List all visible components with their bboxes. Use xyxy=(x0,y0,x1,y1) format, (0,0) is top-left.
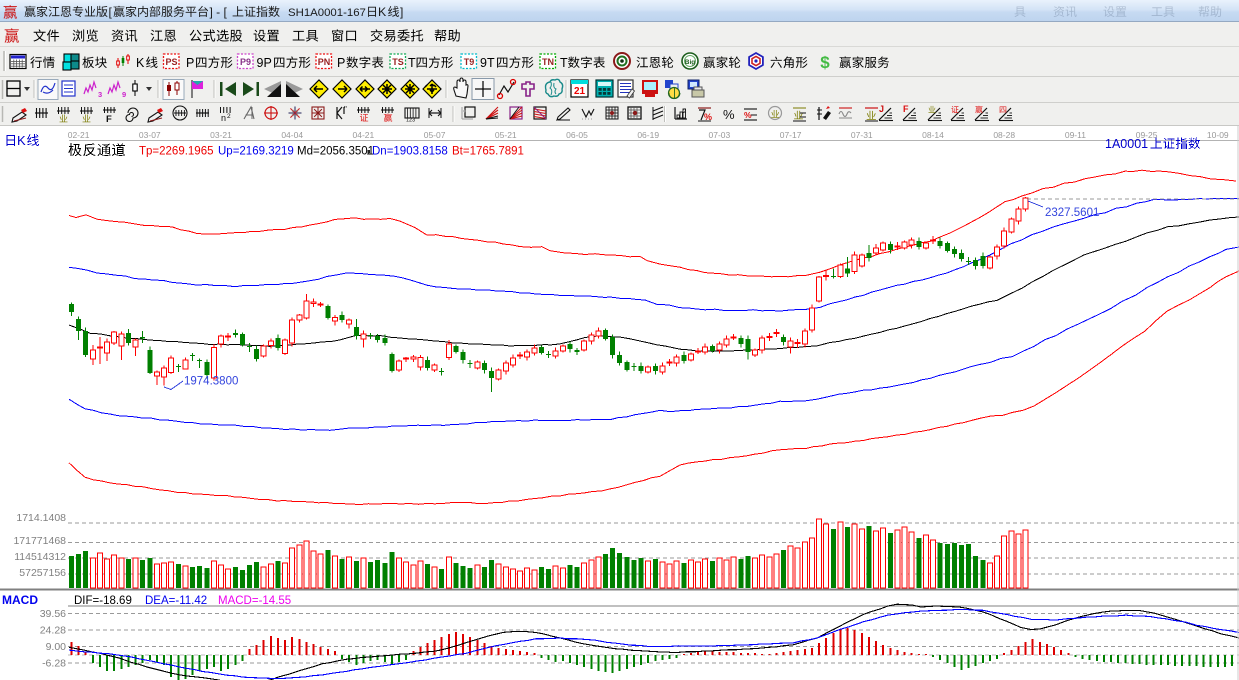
svg-text:9P: 9P xyxy=(257,56,272,70)
svg-text:3: 3 xyxy=(98,90,102,99)
svg-text:-6.28: -6.28 xyxy=(42,658,66,670)
svg-text:10-09: 10-09 xyxy=(1207,130,1229,140)
svg-text:9: 9 xyxy=(122,90,126,99)
svg-text:PN: PN xyxy=(318,57,331,67)
svg-text:39.56: 39.56 xyxy=(40,608,66,620)
svg-text:57257156: 57257156 xyxy=(19,567,66,579)
svg-text:Md=2056.3501: Md=2056.3501 xyxy=(297,146,374,158)
svg-text:24.28: 24.28 xyxy=(40,625,66,637)
svg-text:K: K xyxy=(378,5,387,19)
svg-text:J: J xyxy=(879,104,884,114)
svg-text:T: T xyxy=(408,56,416,70)
svg-text:Up=2169.3219: Up=2169.3219 xyxy=(218,146,294,158)
svg-text:9T: 9T xyxy=(480,56,495,70)
svg-text:SH1A0001-167: SH1A0001-167 xyxy=(288,7,366,19)
svg-text:9.00: 9.00 xyxy=(46,641,67,653)
svg-text:04-21: 04-21 xyxy=(353,130,375,140)
svg-text:171771468: 171771468 xyxy=(13,535,66,547)
svg-text:08-28: 08-28 xyxy=(993,130,1015,140)
svg-text:$: $ xyxy=(820,53,830,72)
svg-text:K: K xyxy=(136,56,145,70)
svg-text:] - [: ] - [ xyxy=(210,5,228,19)
svg-text:123: 123 xyxy=(406,118,415,124)
svg-text:2327.5601: 2327.5601 xyxy=(1045,207,1099,219)
svg-text:07-17: 07-17 xyxy=(780,130,802,140)
svg-text:P: P xyxy=(186,56,194,70)
svg-text:Dn=1903.8158: Dn=1903.8158 xyxy=(372,146,448,158)
svg-text:%: % xyxy=(723,107,735,122)
svg-text:07-03: 07-03 xyxy=(709,130,731,140)
svg-text:21: 21 xyxy=(574,86,586,97)
svg-text:03-21: 03-21 xyxy=(210,130,232,140)
svg-text:MACD=-14.55: MACD=-14.55 xyxy=(218,595,291,607)
svg-text:%: % xyxy=(744,110,752,120)
svg-text:K: K xyxy=(17,133,26,148)
svg-text:": " xyxy=(344,105,347,114)
svg-text:P: P xyxy=(337,56,345,70)
svg-text:MACD: MACD xyxy=(2,593,38,607)
svg-text:Bt=1765.7891: Bt=1765.7891 xyxy=(452,146,524,158)
svg-text:F: F xyxy=(903,104,909,114)
svg-text:07-31: 07-31 xyxy=(851,130,873,140)
svg-text:F: F xyxy=(106,114,112,125)
svg-text:n: n xyxy=(221,113,226,123)
svg-text:P9: P9 xyxy=(240,57,251,67)
svg-text:]: ] xyxy=(400,5,403,19)
svg-text:06-05: 06-05 xyxy=(566,130,588,140)
svg-text:02-21: 02-21 xyxy=(68,130,90,140)
svg-text:T: T xyxy=(560,56,568,70)
svg-text:DEA=-11.42: DEA=-11.42 xyxy=(145,595,207,607)
svg-text:T9: T9 xyxy=(464,57,475,67)
svg-text:05-21: 05-21 xyxy=(495,130,517,140)
svg-text:1A0001: 1A0001 xyxy=(1105,137,1148,151)
svg-text:2: 2 xyxy=(227,113,231,120)
svg-text:TN: TN xyxy=(542,57,554,67)
svg-text:08-14: 08-14 xyxy=(922,130,944,140)
svg-text:05-07: 05-07 xyxy=(424,130,446,140)
svg-text:Tp=2269.1965: Tp=2269.1965 xyxy=(139,146,214,158)
svg-text:PS: PS xyxy=(165,57,177,67)
svg-text:04-04: 04-04 xyxy=(281,130,303,140)
svg-text:06-19: 06-19 xyxy=(637,130,659,140)
svg-text:09-11: 09-11 xyxy=(1065,130,1086,140)
svg-text:DIF=-18.69: DIF=-18.69 xyxy=(74,595,132,607)
svg-text:1714.1408: 1714.1408 xyxy=(16,512,66,524)
svg-text:Big: Big xyxy=(685,59,696,66)
svg-text:03-07: 03-07 xyxy=(139,130,161,140)
svg-text:TS: TS xyxy=(392,57,404,67)
svg-text:114514312: 114514312 xyxy=(14,551,66,563)
svg-text:1974.3800: 1974.3800 xyxy=(184,376,238,388)
